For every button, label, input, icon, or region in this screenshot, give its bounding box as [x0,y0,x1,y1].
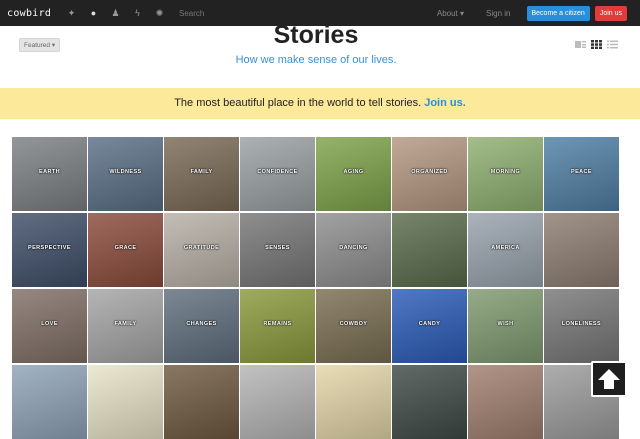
story-tile-label: COWBOY [339,321,368,327]
story-tile-label: WISH [497,321,514,327]
story-tile-label: AGING [343,169,364,175]
story-tile[interactable] [392,213,467,287]
join-banner: The most beautiful place in the world to… [0,88,640,119]
tile-photo [88,365,163,439]
story-tile[interactable]: FAMILY [88,289,163,363]
story-tile-label: PERSPECTIVE [28,245,71,251]
banner-text: The most beautiful place in the world to… [174,97,422,109]
story-tile-label: AMERICA [491,245,520,251]
tile-photo [468,365,543,439]
story-tile[interactable]: AMERICA [468,213,543,287]
story-tile-label: SENSES [265,245,290,251]
speech-bubble-icon[interactable]: ● [88,8,99,19]
story-tile-label: EARTH [39,169,60,175]
story-tile[interactable] [12,365,87,439]
story-tile[interactable]: MORNING [468,137,543,211]
page-subtitle: How we make sense of our lives. [235,54,397,66]
tile-photo [392,213,467,287]
become-citizen-button[interactable]: Become a citizen [526,5,590,21]
story-tile[interactable]: DANCING [316,213,391,287]
story-tile[interactable]: FAMILY [164,137,239,211]
story-tile[interactable] [392,365,467,439]
arrow-up-icon [598,369,620,389]
list-view-icon[interactable] [607,40,618,49]
story-tile[interactable]: PERSPECTIVE [12,213,87,287]
story-tile-label: WILDNESS [109,169,142,175]
story-tile-label: DANCING [339,245,368,251]
story-tile[interactable]: LONELINESS [544,289,619,363]
story-tile[interactable]: WILDNESS [88,137,163,211]
tile-photo [164,365,239,439]
story-tile[interactable]: AGING [316,137,391,211]
story-tile[interactable]: WISH [468,289,543,363]
story-tile-label: ORGANIZED [411,169,448,175]
scroll-to-top-button[interactable] [591,361,627,397]
story-tile[interactable]: ORGANIZED [392,137,467,211]
gear-icon[interactable]: ✺ [154,8,165,19]
grid-view-icon[interactable] [591,40,602,49]
story-tile-label: LOVE [41,321,58,327]
tile-photo [12,365,87,439]
story-tile[interactable]: CONFIDENCE [240,137,315,211]
story-tile-label: GRACE [114,245,137,251]
bird-icon[interactable]: ✦ [66,8,77,19]
story-tile[interactable]: GRATITUDE [164,213,239,287]
story-tile[interactable]: SENSES [240,213,315,287]
story-tile-label: GRATITUDE [183,245,220,251]
about-menu[interactable]: About ▾ [437,9,464,18]
story-tile-label: REMAINS [263,321,292,327]
story-tile[interactable]: CHANGES [164,289,239,363]
story-tile[interactable]: PEACE [544,137,619,211]
cowbird-logo[interactable]: cowbird [7,8,55,19]
person-icon[interactable]: ♟ [110,8,121,19]
tile-photo [240,365,315,439]
story-tile[interactable]: REMAINS [240,289,315,363]
page-title: Stories [273,21,359,49]
story-tile[interactable]: LOVE [12,289,87,363]
search-input[interactable]: Search [179,9,204,18]
banner-join-link[interactable]: Join us. [424,97,466,109]
story-tile-label: CANDY [418,321,441,327]
story-tile[interactable]: GRACE [88,213,163,287]
story-tile-label: PEACE [571,169,592,175]
story-tile[interactable]: CANDY [392,289,467,363]
story-tile[interactable]: COWBOY [316,289,391,363]
story-tile-label: CONFIDENCE [257,169,298,175]
story-tile-label: FAMILY [190,169,213,175]
story-tile[interactable] [164,365,239,439]
story-tile[interactable] [468,365,543,439]
view-toggle [575,40,618,49]
tile-photo [544,213,619,287]
tile-photo [392,365,467,439]
story-tile-label: MORNING [490,169,521,175]
story-tile[interactable] [544,213,619,287]
story-tile-label: LONELINESS [561,321,602,327]
story-tile-label: CHANGES [186,321,217,327]
story-tile[interactable] [88,365,163,439]
story-tile-label: FAMILY [114,321,137,327]
story-tile[interactable]: EARTH [12,137,87,211]
sign-in-link[interactable]: Sign in [486,9,510,18]
large-view-icon[interactable] [575,40,586,49]
lightning-icon[interactable]: ϟ [132,8,143,19]
story-tile[interactable] [240,365,315,439]
join-us-button[interactable]: Join us [594,5,627,21]
story-tile[interactable] [316,365,391,439]
tile-photo [316,365,391,439]
